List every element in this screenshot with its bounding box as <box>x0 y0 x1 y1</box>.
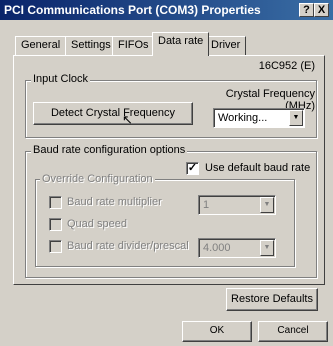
input-clock-legend: Input Clock <box>31 73 91 85</box>
tab-general[interactable]: General <box>15 36 67 55</box>
close-button[interactable]: X <box>314 3 329 17</box>
tab-driver[interactable]: Driver <box>205 36 247 55</box>
quad-speed-label: Quad speed <box>67 218 127 230</box>
baud-rate-divider-checkbox[interactable] <box>49 240 62 253</box>
mouse-cursor-icon: ↖ <box>122 112 133 127</box>
baud-rate-legend: Baud rate configuration options <box>31 144 188 156</box>
window-title: PCI Communications Port (COM3) Propertie… <box>4 3 261 17</box>
cancel-button[interactable]: Cancel <box>258 321 328 342</box>
override-configuration-legend: Override Configuration <box>40 173 155 185</box>
tab-settings[interactable]: Settings <box>65 36 117 55</box>
baud-rate-divider-select[interactable]: 4.000 ▼ <box>198 238 276 258</box>
quad-speed-checkbox[interactable] <box>49 218 62 231</box>
use-default-baud-checkbox[interactable]: ✓ <box>186 162 199 175</box>
detect-crystal-frequency-button[interactable]: Detect Crystal Frequency <box>33 102 193 125</box>
crystal-frequency-select[interactable]: Working... ▼ <box>213 108 305 128</box>
baud-rate-divider-label: Baud rate divider/prescal <box>67 240 189 252</box>
ok-button[interactable]: OK <box>182 321 252 342</box>
chevron-down-icon[interactable]: ▼ <box>260 197 274 213</box>
chevron-down-icon[interactable]: ▼ <box>289 110 303 126</box>
restore-defaults-button[interactable]: Restore Defaults <box>226 288 318 311</box>
tab-fifos[interactable]: FIFOs <box>112 36 155 55</box>
chip-label: 16C952 (E) <box>258 60 315 72</box>
title-bar[interactable]: PCI Communications Port (COM3) Propertie… <box>0 0 333 20</box>
baud-rate-multiplier-label: Baud rate multiplier <box>67 196 162 208</box>
chevron-down-icon[interactable]: ▼ <box>260 240 274 256</box>
tab-data-rate[interactable]: Data rate <box>152 32 210 56</box>
help-button[interactable]: ? <box>299 3 314 17</box>
baud-rate-multiplier-checkbox[interactable] <box>49 196 62 209</box>
baud-rate-multiplier-select[interactable]: 1 ▼ <box>198 195 276 215</box>
use-default-baud-label: Use default baud rate <box>205 162 311 174</box>
